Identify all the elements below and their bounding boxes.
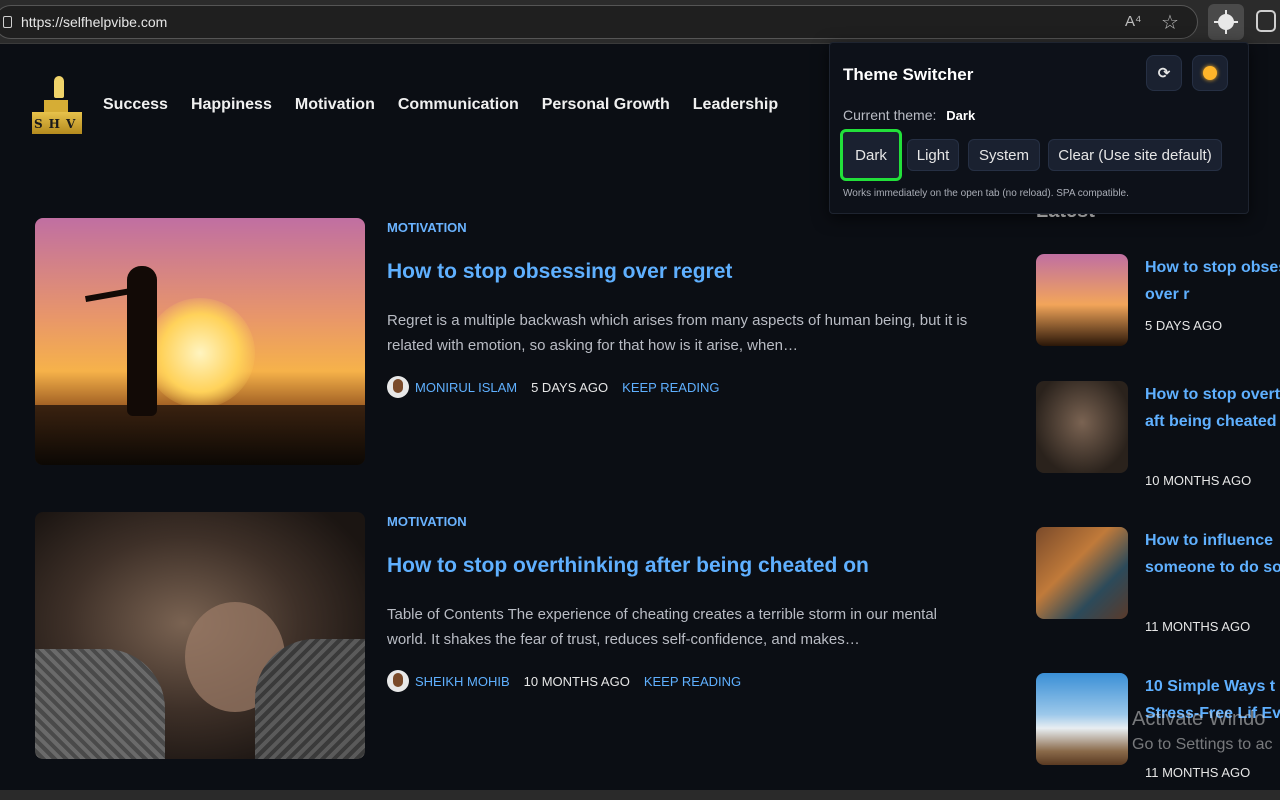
keep-reading-link[interactable]: KEEP READING	[622, 380, 719, 395]
activate-windows-watermark: Activate Windo Go to Settings to ac	[1132, 706, 1273, 758]
latest-item[interactable]: How to stop obsessing over r 5 DAYS AGO	[1036, 254, 1280, 354]
current-theme-line: Current theme: Dark	[843, 107, 975, 123]
toggle-light-button[interactable]	[1192, 55, 1228, 91]
latest-item[interactable]: How to stop overthinking aft being cheat…	[1036, 381, 1280, 496]
nav-item-leadership[interactable]: Leadership	[693, 96, 778, 114]
article-meta: MONIRUL ISLAM 5 DAYS AGO KEEP READING	[387, 376, 719, 398]
nav-item-motivation[interactable]: Motivation	[295, 96, 375, 114]
article-author[interactable]: MONIRUL ISLAM	[415, 380, 517, 395]
latest-title[interactable]: How to influence someone to do something	[1145, 527, 1280, 581]
article-date: 5 DAYS AGO	[531, 379, 609, 395]
keep-reading-link[interactable]: KEEP READING	[644, 674, 741, 689]
theme-switcher-extension-button[interactable]	[1208, 4, 1244, 40]
extensions-puzzle-icon[interactable]	[1256, 10, 1276, 32]
article-date: 10 MONTHS AGO	[523, 673, 630, 689]
latest-thumbnail[interactable]	[1036, 527, 1128, 619]
latest-item[interactable]: How to influence someone to do something…	[1036, 527, 1280, 642]
browser-toolbar: https://selfhelpvibe.com A⁴ ☆	[0, 0, 1280, 44]
favorite-star-icon[interactable]: ☆	[1161, 10, 1179, 34]
current-theme-label: Current theme:	[843, 107, 937, 123]
watermark-line-1: Activate Windo	[1132, 708, 1266, 730]
author-avatar	[387, 376, 409, 398]
article-title[interactable]: How to stop obsessing over regret	[387, 260, 732, 284]
horizontal-scrollbar[interactable]	[0, 790, 1280, 800]
logo-letters: SHV	[34, 117, 82, 131]
latest-date: 11 MONTHS AGO	[1145, 619, 1251, 634]
article-excerpt: Regret is a multiple backwash which aris…	[387, 312, 968, 354]
sun-icon	[1203, 66, 1217, 80]
nav-item-personal-growth[interactable]: Personal Growth	[542, 96, 670, 114]
refresh-icon: ⟳	[1157, 64, 1171, 82]
read-aloud-icon[interactable]: A⁴	[1125, 13, 1141, 30]
theme-dark-button[interactable]: Dark	[840, 129, 902, 181]
article-image[interactable]	[35, 512, 365, 759]
article-image[interactable]	[35, 218, 365, 465]
theme-system-button[interactable]: System	[968, 139, 1040, 171]
article-author[interactable]: SHEIKH MOHIB	[415, 674, 510, 689]
url-text[interactable]: https://selfhelpvibe.com	[21, 14, 167, 30]
nav-item-success[interactable]: Success	[103, 96, 168, 114]
theme-switcher-popup: Theme Switcher ⟳ Current theme: Dark Dar…	[829, 42, 1249, 214]
popup-note: Works immediately on the open tab (no re…	[843, 188, 1129, 199]
latest-date: 5 DAYS AGO	[1145, 318, 1223, 333]
article-category[interactable]: MOTIVATION	[387, 514, 467, 529]
watermark-line-2: Go to Settings to ac	[1132, 736, 1273, 753]
extension-icon	[1214, 10, 1238, 34]
nav-item-communication[interactable]: Communication	[398, 96, 519, 114]
nav-item-happiness[interactable]: Happiness	[191, 96, 272, 114]
latest-thumbnail[interactable]	[1036, 254, 1128, 346]
author-avatar	[387, 670, 409, 692]
latest-title[interactable]: How to stop overthinking aft being cheat…	[1145, 381, 1280, 435]
current-theme-value: Dark	[946, 108, 976, 123]
latest-title[interactable]: How to stop obsessing over r	[1145, 254, 1280, 308]
article-excerpt: Table of Contents The experience of chea…	[387, 606, 938, 648]
article-title[interactable]: How to stop overthinking after being che…	[387, 554, 869, 578]
article-meta: SHEIKH MOHIB 10 MONTHS AGO KEEP READING	[387, 670, 741, 692]
article-category[interactable]: MOTIVATION	[387, 220, 467, 235]
latest-thumbnail[interactable]	[1036, 381, 1128, 473]
main-nav: Success Happiness Motivation Communicati…	[103, 96, 778, 114]
address-bar[interactable]: https://selfhelpvibe.com A⁴ ☆	[0, 5, 1198, 39]
theme-light-button[interactable]: Light	[907, 139, 959, 171]
popup-title: Theme Switcher	[843, 65, 974, 84]
theme-clear-button[interactable]: Clear (Use site default)	[1048, 139, 1222, 171]
site-logo[interactable]: SHV	[32, 76, 82, 134]
refresh-button[interactable]: ⟳	[1146, 55, 1182, 91]
latest-date: 11 MONTHS AGO	[1145, 765, 1251, 780]
latest-thumbnail[interactable]	[1036, 673, 1128, 765]
lock-icon	[3, 16, 12, 28]
latest-date: 10 MONTHS AGO	[1145, 473, 1252, 488]
